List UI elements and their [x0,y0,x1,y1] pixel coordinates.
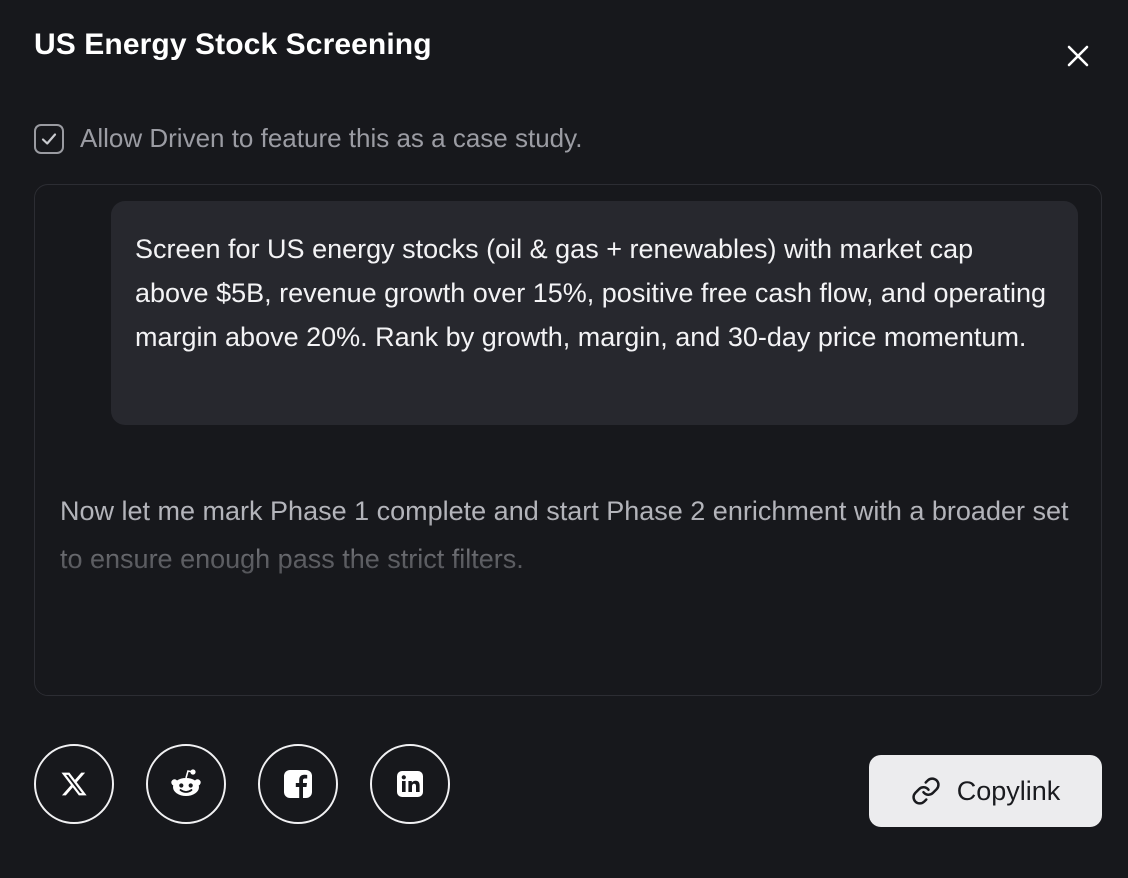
case-study-checkbox[interactable] [34,123,64,154]
close-button[interactable] [1058,36,1098,76]
assistant-message-text: Now let me mark Phase 1 complete and sta… [60,496,1069,574]
share-facebook-button[interactable] [258,744,338,824]
user-message-bubble: Screen for US energy stocks (oil & gas +… [111,201,1078,425]
check-icon [41,132,57,145]
share-linkedin-button[interactable] [370,744,450,824]
dialog-title: US Energy Stock Screening [34,28,432,61]
close-icon [1067,45,1089,67]
share-x-button[interactable] [34,744,114,824]
share-dialog: US Energy Stock Screening Allow Driven t… [0,0,1128,878]
copy-link-label: Copylink [956,775,1061,806]
link-icon [912,777,940,805]
facebook-icon [284,770,312,798]
copy-link-button[interactable]: Copylink [869,755,1102,827]
case-study-consent: Allow Driven to feature this as a case s… [34,123,582,154]
case-study-label[interactable]: Allow Driven to feature this as a case s… [80,123,582,154]
user-message-text: Screen for US energy stocks (oil & gas +… [135,234,1047,352]
linkedin-icon [397,771,423,797]
x-twitter-icon [61,772,87,796]
share-reddit-button[interactable] [146,744,226,824]
conversation-preview[interactable]: Screen for US energy stocks (oil & gas +… [34,184,1102,696]
reddit-icon [171,769,201,796]
share-buttons [34,744,450,824]
